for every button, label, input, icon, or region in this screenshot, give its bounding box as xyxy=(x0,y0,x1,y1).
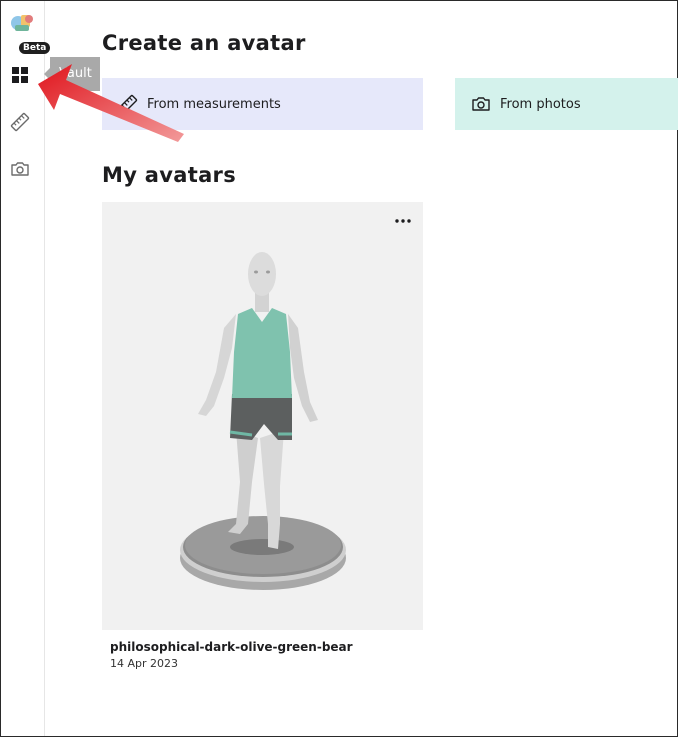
from-photos-button[interactable]: From photos xyxy=(455,78,678,130)
avatar-card[interactable] xyxy=(102,202,423,630)
logo-icon xyxy=(11,15,33,31)
ruler-icon xyxy=(118,94,138,114)
sidebar-item-photos[interactable] xyxy=(10,159,30,179)
from-photos-label: From photos xyxy=(500,96,581,112)
ruler-icon xyxy=(10,112,30,132)
vault-tooltip: Vault xyxy=(44,57,100,91)
beta-badge: Beta xyxy=(19,42,51,54)
sidebar-item-vault[interactable] xyxy=(10,65,30,85)
avatar-name[interactable]: philosophical-dark-olive-green-bear xyxy=(110,640,353,654)
create-avatar-heading: Create an avatar xyxy=(102,31,306,55)
sidebar: Beta xyxy=(1,1,51,736)
camera-icon xyxy=(11,162,29,176)
avatar-date: 14 Apr 2023 xyxy=(110,657,179,670)
grid-icon xyxy=(12,67,28,83)
from-measurements-button[interactable]: From measurements xyxy=(102,78,423,130)
app-logo[interactable]: Beta xyxy=(9,11,51,54)
sidebar-item-measurements[interactable] xyxy=(10,112,30,132)
more-dots-icon xyxy=(395,219,411,223)
my-avatars-heading: My avatars xyxy=(102,163,236,187)
camera-icon xyxy=(471,94,491,114)
avatar-3d-figure xyxy=(180,252,346,590)
from-measurements-label: From measurements xyxy=(147,96,281,112)
more-options-button[interactable] xyxy=(393,214,413,228)
